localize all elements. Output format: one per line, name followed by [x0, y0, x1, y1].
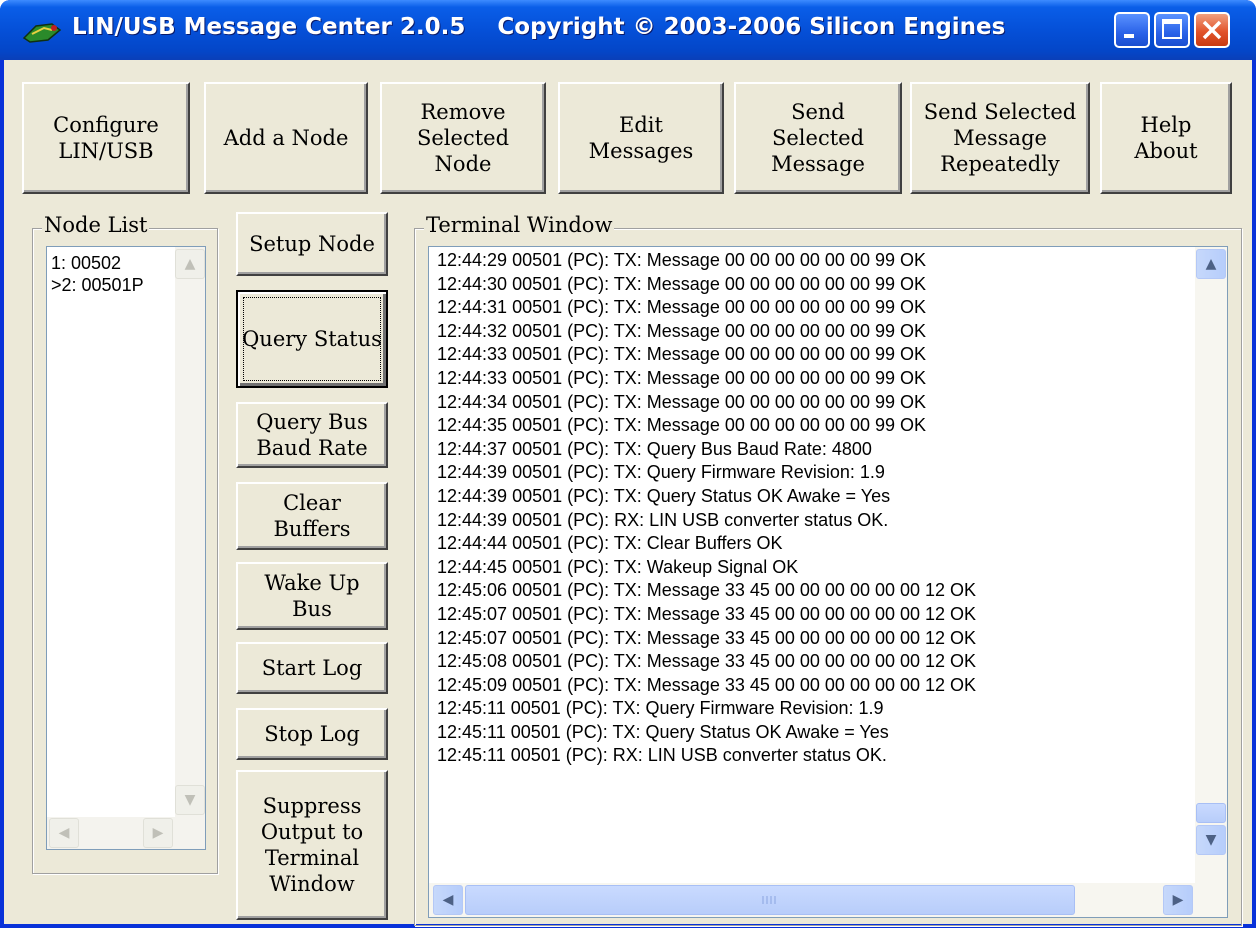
terminal-line: 12:45:11 00501 (PC): TX: Query Status OK…: [437, 721, 889, 742]
terminal-line: 12:45:11 00501 (PC): TX: Query Firmware …: [437, 698, 884, 719]
scroll-right-icon[interactable]: ▶: [1163, 885, 1193, 915]
query-bus-baud-rate-button[interactable]: Query Bus Baud Rate: [236, 402, 388, 468]
terminal-line: 12:44:31 00501 (PC): TX: Message 00 00 0…: [437, 297, 926, 318]
minimize-icon: [1124, 34, 1134, 38]
focus-rect: [243, 297, 381, 381]
wake-up-bus-button[interactable]: Wake Up Bus: [236, 562, 388, 630]
terminal-line: 12:44:39 00501 (PC): TX: Query Status OK…: [437, 485, 891, 506]
app-window: LIN/USB Message Center 2.0.5 Copyright ©…: [0, 0, 1256, 928]
terminal-line: 12:44:34 00501 (PC): TX: Message 00 00 0…: [437, 391, 926, 412]
maximize-icon: [1162, 19, 1182, 39]
terminal-label: Terminal Window: [424, 213, 615, 237]
node-list-label: Node List: [42, 213, 150, 237]
terminal-line: 12:44:33 00501 (PC): TX: Message 00 00 0…: [437, 367, 926, 388]
configure-lin-usb-button[interactable]: Configure LIN/USB: [22, 82, 190, 194]
help-about-button[interactable]: Help About: [1100, 82, 1232, 194]
terminal-hscroll-thumb[interactable]: [465, 885, 1075, 915]
list-item[interactable]: >2: 00501P: [51, 275, 144, 296]
remove-selected-node-button[interactable]: Remove Selected Node: [380, 82, 546, 194]
terminal-line: 12:45:06 00501 (PC): TX: Message 33 45 0…: [437, 580, 977, 601]
scroll-up-icon[interactable]: ▲: [1196, 249, 1226, 279]
terminal-line: 12:44:29 00501 (PC): TX: Message 00 00 0…: [437, 250, 926, 270]
scroll-left-icon[interactable]: ◀: [433, 885, 463, 915]
minimize-button[interactable]: [1114, 12, 1150, 48]
terminal-line: 12:45:08 00501 (PC): TX: Message 33 45 0…: [437, 651, 977, 672]
terminal-line: 12:44:39 00501 (PC): TX: Query Firmware …: [437, 462, 885, 483]
node-list-vscrollbar[interactable]: ▲ ▼: [175, 247, 205, 817]
start-log-button[interactable]: Start Log: [236, 642, 388, 694]
terminal-line: 12:44:39 00501 (PC): RX: LIN USB convert…: [437, 509, 889, 530]
terminal-line: 12:45:07 00501 (PC): TX: Message 33 45 0…: [437, 603, 977, 624]
add-node-button[interactable]: Add a Node: [204, 82, 368, 194]
terminal-line: 12:45:09 00501 (PC): TX: Message 33 45 0…: [437, 674, 977, 695]
send-selected-message-button[interactable]: Send Selected Message: [734, 82, 902, 194]
node-listbox[interactable]: 1: 00502 >2: 00501P ▲ ▼ ◀ ▶: [46, 246, 206, 850]
terminal-line: 12:44:35 00501 (PC): TX: Message 00 00 0…: [437, 415, 926, 436]
terminal-window[interactable]: 12:44:29 00501 (PC): TX: Message 00 00 0…: [428, 246, 1228, 918]
clear-buffers-button[interactable]: Clear Buffers: [236, 482, 388, 550]
terminal-vscrollbar[interactable]: ▲ ▼: [1195, 247, 1227, 883]
setup-node-button[interactable]: Setup Node: [236, 212, 388, 276]
node-list-hscrollbar[interactable]: ◀ ▶: [47, 817, 205, 849]
terminal-vscroll-thumb[interactable]: [1196, 803, 1226, 823]
stop-log-button[interactable]: Stop Log: [236, 708, 388, 760]
query-status-button[interactable]: Query Status: [236, 290, 388, 388]
send-repeatedly-button[interactable]: Send Selected Message Repeatedly: [910, 82, 1090, 194]
terminal-output: 12:44:29 00501 (PC): TX: Message 00 00 0…: [437, 249, 976, 768]
terminal-line: 12:44:45 00501 (PC): TX: Wakeup Signal O…: [437, 556, 799, 577]
terminal-line: 12:45:11 00501 (PC): RX: LIN USB convert…: [437, 745, 887, 766]
close-icon: [1202, 20, 1222, 40]
terminal-line: 12:44:33 00501 (PC): TX: Message 00 00 0…: [437, 344, 926, 365]
terminal-line: 12:44:32 00501 (PC): TX: Message 00 00 0…: [437, 320, 926, 341]
scroll-left-icon[interactable]: ◀: [49, 818, 79, 848]
terminal-line: 12:44:44 00501 (PC): TX: Clear Buffers O…: [437, 533, 783, 554]
close-button[interactable]: [1194, 12, 1230, 48]
scroll-down-icon[interactable]: ▼: [175, 785, 205, 815]
window-title: LIN/USB Message Center 2.0.5 Copyright ©…: [72, 14, 1006, 40]
terminal-hscrollbar[interactable]: ◀ ▶: [429, 883, 1227, 917]
app-logo-icon: [22, 23, 62, 43]
grip-icon: [762, 896, 776, 904]
scroll-right-icon[interactable]: ▶: [143, 818, 173, 848]
title-bar[interactable]: LIN/USB Message Center 2.0.5 Copyright ©…: [0, 0, 1256, 60]
scroll-up-icon[interactable]: ▲: [175, 249, 205, 279]
terminal-line: 12:44:37 00501 (PC): TX: Query Bus Baud …: [437, 438, 872, 459]
terminal-line: 12:45:07 00501 (PC): TX: Message 33 45 0…: [437, 627, 977, 648]
suppress-output-button[interactable]: Suppress Output to Terminal Window: [236, 770, 388, 920]
scroll-down-icon[interactable]: ▼: [1196, 825, 1226, 855]
terminal-line: 12:44:30 00501 (PC): TX: Message 00 00 0…: [437, 273, 926, 294]
maximize-button[interactable]: [1154, 12, 1190, 48]
edit-messages-button[interactable]: Edit Messages: [558, 82, 724, 194]
client-area: Configure LIN/USB Add a Node Remove Sele…: [4, 60, 1252, 926]
list-item[interactable]: 1: 00502: [51, 253, 121, 274]
